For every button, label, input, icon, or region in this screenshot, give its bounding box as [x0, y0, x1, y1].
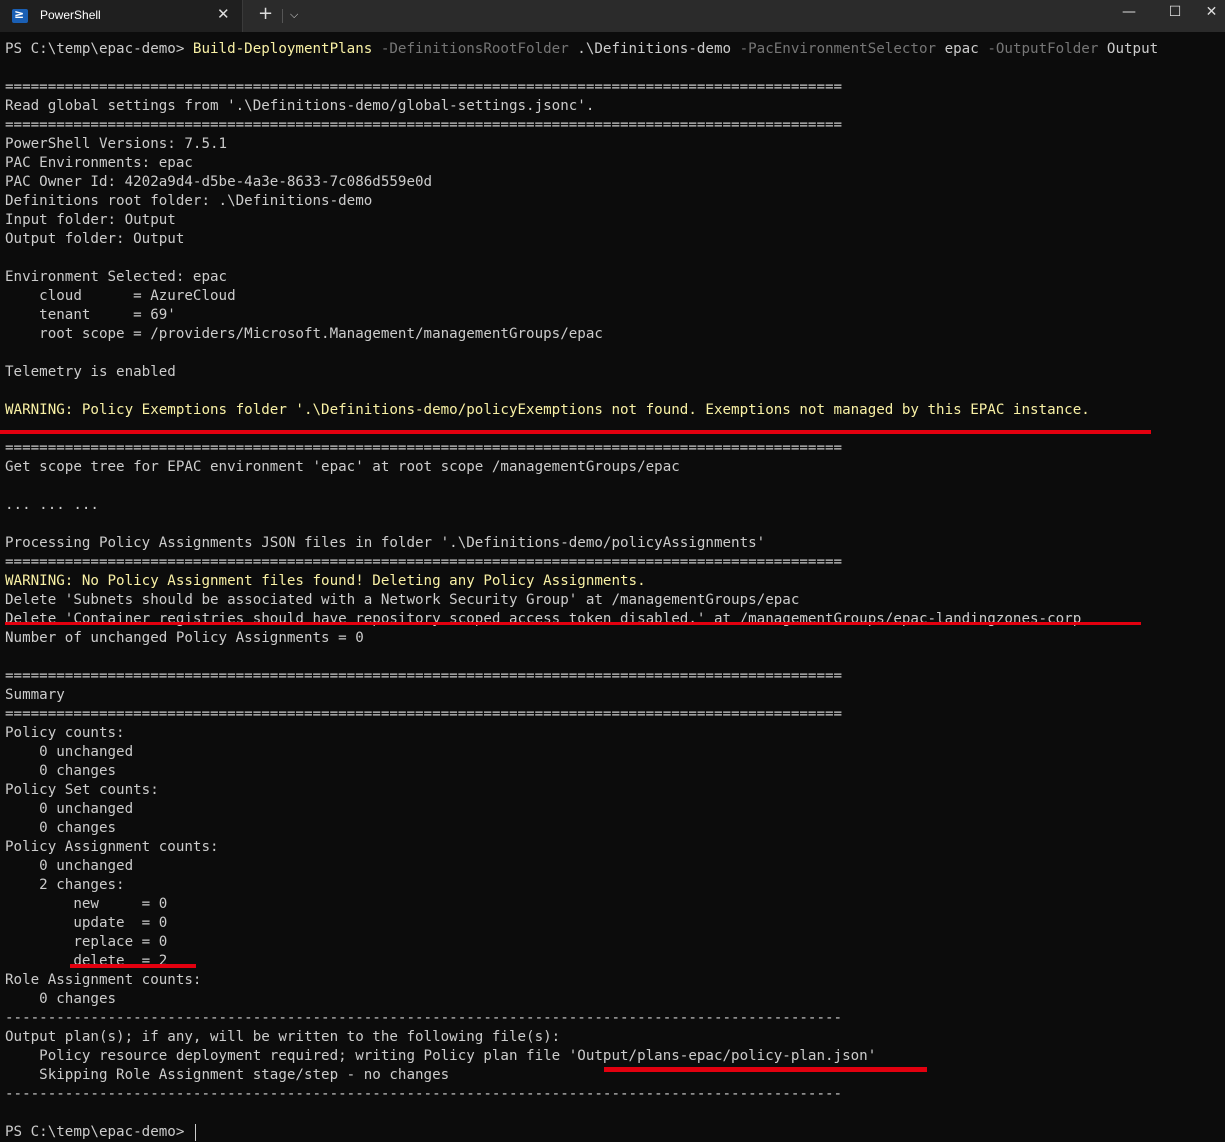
output-line: replace = 0	[5, 934, 168, 950]
warning-line: WARNING: Policy Exemptions folder '.\Def…	[5, 402, 1090, 418]
output-line: ========================================…	[5, 440, 843, 456]
argument: Output	[1098, 41, 1159, 57]
output-line: ========================================…	[5, 668, 843, 684]
output-line: delete = 2	[5, 953, 168, 969]
output-line: update = 0	[5, 915, 168, 931]
parameter: -PacEnvironmentSelector	[731, 41, 937, 57]
cmdlet-name: Build-DeploymentPlans	[192, 41, 373, 57]
prompt: PS C:\temp\epac-demo>	[5, 1124, 193, 1140]
highlight-underline	[604, 1067, 927, 1072]
output-line: Delete 'Subnets should be associated wit…	[5, 592, 800, 608]
output-line: tenant = 69'	[5, 307, 176, 323]
output-line: Policy counts:	[5, 725, 125, 741]
output-line: 0 changes	[5, 991, 117, 1007]
output-line: Definitions root folder: .\Definitions-d…	[5, 193, 373, 209]
tab-close-icon[interactable]: ✕	[217, 5, 230, 23]
output-line: ----------------------------------------…	[5, 1010, 843, 1026]
parameter: -DefinitionsRootFolder	[372, 41, 569, 57]
output-line: ========================================…	[5, 79, 843, 95]
highlight-underline	[5, 622, 1141, 625]
output-line: 0 unchanged	[5, 858, 134, 874]
minimize-button[interactable]: —	[1106, 0, 1152, 30]
close-window-button[interactable]: ✕	[1198, 0, 1225, 30]
output-line: root scope = /providers/Microsoft.Manage…	[5, 326, 603, 342]
output-line: PowerShell Versions: 7.5.1	[5, 136, 228, 152]
terminal-output[interactable]: PS C:\temp\epac-demo> Build-DeploymentPl…	[5, 40, 1225, 1142]
text-cursor	[194, 1123, 196, 1141]
highlight-underline	[70, 964, 196, 968]
final-prompt-line[interactable]: PS C:\temp\epac-demo>	[5, 1123, 1225, 1142]
output-line: Environment Selected: epac	[5, 269, 228, 285]
output-line: ========================================…	[5, 554, 843, 570]
output-line: Number of unchanged Policy Assignments =…	[5, 630, 364, 646]
output-line: 0 changes	[5, 820, 117, 836]
title-bar: ≥ PowerShell ✕ + ⌵ — ☐ ✕	[0, 0, 1225, 32]
output-line: cloud = AzureCloud	[5, 288, 236, 304]
output-line: 0 changes	[5, 763, 117, 779]
prompt: PS C:\temp\epac-demo>	[5, 41, 193, 57]
output-line: PAC Owner Id: 4202a9d4-d5be-4a3e-8633-7c…	[5, 174, 433, 190]
warning-line: WARNING: No Policy Assignment files foun…	[5, 573, 646, 589]
argument: epac	[936, 41, 979, 57]
tab-powershell[interactable]: ≥ PowerShell ✕	[0, 0, 243, 32]
chevron-down-icon[interactable]: ⌵	[290, 6, 298, 24]
output-line: ----------------------------------------…	[5, 1086, 843, 1102]
output-line: PAC Environments: epac	[5, 155, 193, 171]
output-line: ... ... ...	[5, 497, 99, 513]
output-line: new = 0	[5, 896, 168, 912]
output-line: Delete 'Container registries should have…	[5, 611, 1082, 627]
parameter: -OutputFolder	[978, 41, 1099, 57]
output-line: Read global settings from '.\Definitions…	[5, 98, 595, 114]
new-tab-button[interactable]: +	[258, 4, 273, 24]
output-line: Policy Assignment counts:	[5, 839, 219, 855]
output-line: Output folder: Output	[5, 231, 185, 247]
output-line: Processing Policy Assignments JSON files…	[5, 535, 766, 551]
output-line: Get scope tree for EPAC environment 'epa…	[5, 459, 680, 475]
output-line: Role Assignment counts:	[5, 972, 202, 988]
output-line: Policy Set counts:	[5, 782, 159, 798]
output-line: Input folder: Output	[5, 212, 176, 228]
tab-divider	[282, 9, 283, 23]
output-line: 2 changes:	[5, 877, 125, 893]
output-line: Output plan(s); if any, will be written …	[5, 1029, 561, 1045]
tab-title: PowerShell	[40, 8, 101, 22]
output-line: Policy resource deployment required; wri…	[5, 1048, 877, 1064]
powershell-icon: ≥	[12, 7, 28, 23]
output-line: ========================================…	[5, 117, 843, 133]
output-line: 0 unchanged	[5, 744, 134, 760]
output-line: Telemetry is enabled	[5, 364, 176, 380]
output-line: Summary	[5, 687, 65, 703]
output-line: 0 unchanged	[5, 801, 134, 817]
maximize-button[interactable]: ☐	[1152, 0, 1198, 30]
output-line: ========================================…	[5, 706, 843, 722]
argument: .\Definitions-demo	[568, 41, 732, 57]
command-line: PS C:\temp\epac-demo> Build-DeploymentPl…	[5, 40, 1225, 59]
highlight-underline	[0, 430, 1151, 434]
